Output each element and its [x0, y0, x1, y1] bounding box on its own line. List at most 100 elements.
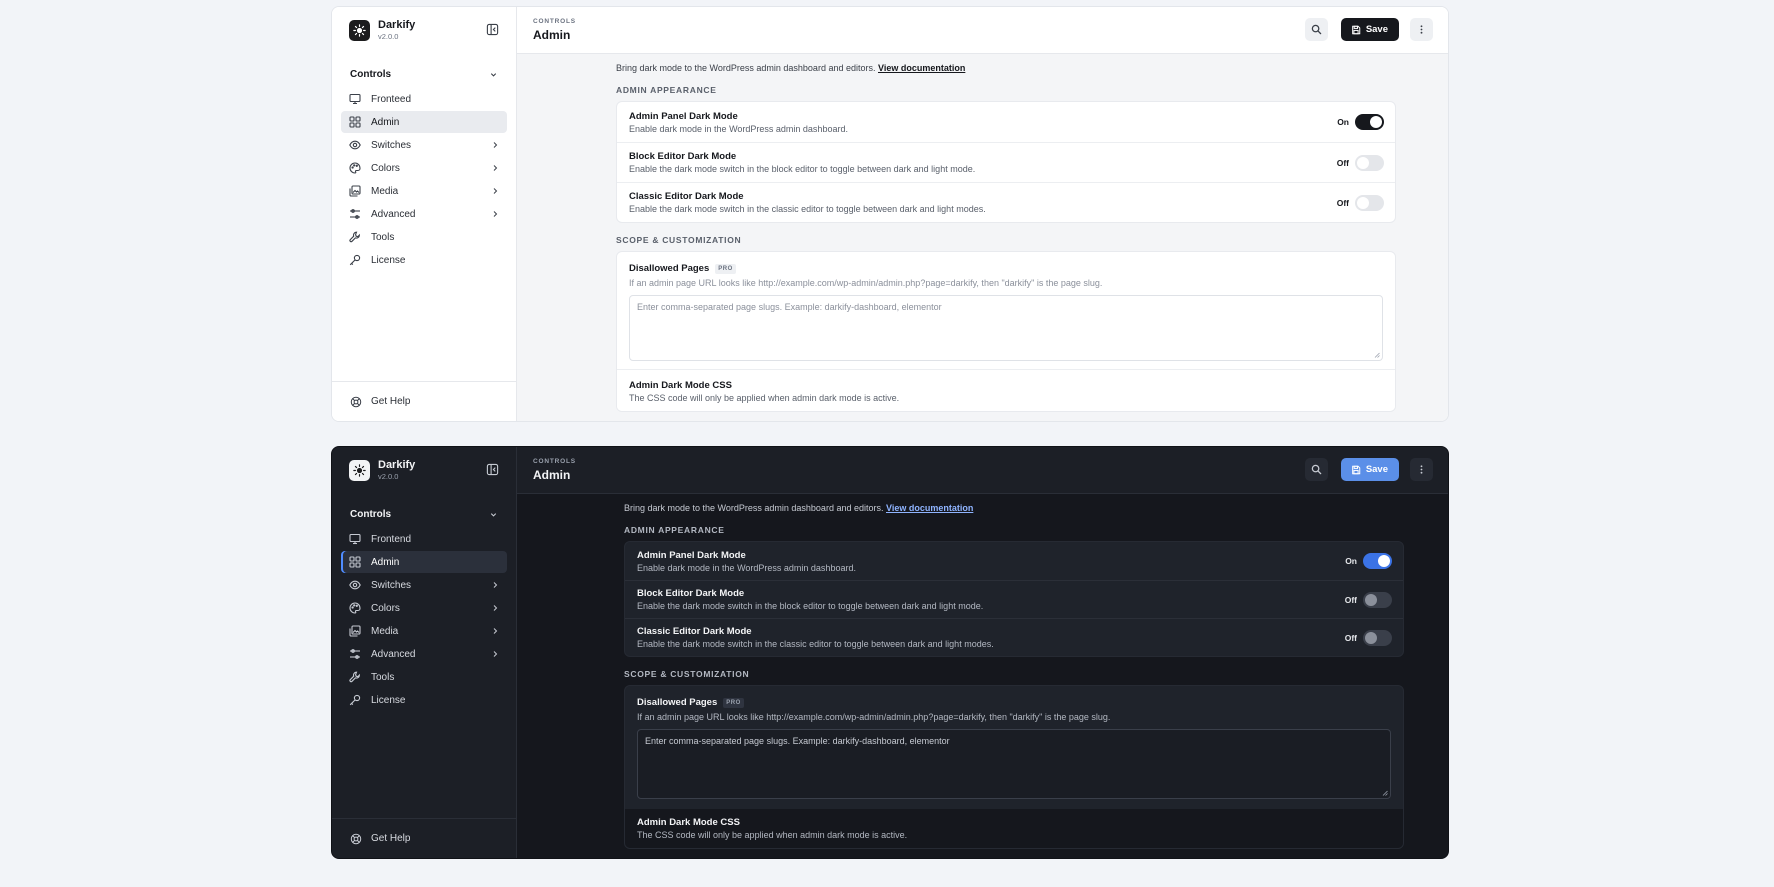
eye-icon	[349, 579, 361, 591]
get-help-link[interactable]: Get Help	[332, 381, 516, 421]
view-documentation-link[interactable]: View documentation	[886, 503, 973, 513]
save-icon	[1351, 25, 1361, 34]
media-icon	[349, 625, 361, 637]
disallowed-pages-title: Disallowed Pages	[629, 263, 710, 274]
more-vertical-icon	[1420, 25, 1423, 34]
sliders-icon	[349, 208, 361, 220]
toggle-switch[interactable]	[1355, 154, 1384, 171]
toggle-knob	[1378, 555, 1390, 567]
disallowed-pages-desc: If an admin page URL looks like http://e…	[637, 712, 1111, 722]
sidebar-section-label: Controls	[350, 68, 392, 80]
sidebar-item-colors[interactable]: Colors	[341, 157, 507, 179]
wrench-icon	[349, 671, 361, 683]
sidebar-item-label: License	[371, 694, 406, 706]
chevron-right-icon	[493, 582, 498, 588]
sidebar-item-label: Media	[371, 185, 399, 197]
sidebar-section-controls[interactable]: Controls	[332, 63, 516, 85]
more-vertical-icon	[1420, 465, 1423, 474]
page-intro: Bring dark mode to the WordPress admin d…	[616, 63, 1396, 73]
search-button[interactable]	[1304, 458, 1328, 481]
sidebar-item-media[interactable]: Media	[341, 180, 507, 202]
chevron-right-icon	[493, 628, 498, 634]
pro-badge: PRO	[723, 697, 744, 708]
brand-version: v2.0.0	[378, 31, 399, 41]
sidebar-item-tools[interactable]: Tools	[341, 666, 507, 688]
breadcrumb: CONTROLS Admin	[533, 458, 576, 482]
sidebar-item-label: Switches	[371, 579, 412, 591]
search-button[interactable]	[1304, 18, 1328, 41]
save-icon	[1351, 465, 1361, 474]
toggle-switch[interactable]	[1363, 591, 1392, 608]
resize-grip-icon[interactable]	[1374, 352, 1380, 358]
admin-css-desc: The CSS code will only be applied when a…	[629, 393, 900, 403]
toggle-switch[interactable]	[1355, 194, 1384, 211]
disallowed-pages-textarea[interactable]: Enter comma-separated page slugs. Exampl…	[637, 729, 1391, 799]
sidebar-section-label: Controls	[350, 508, 392, 520]
sidebar: Darkify v2.0.0 Controls Frontend Admin Swi…	[332, 447, 517, 858]
resize-grip-icon[interactable]	[1382, 790, 1388, 796]
more-menu-button[interactable]	[1410, 18, 1433, 41]
sidebar-nav: Frontend Admin Switches Colors Media Advanced…	[332, 528, 516, 712]
sidebar-collapse-icon[interactable]	[486, 463, 499, 476]
breadcrumb-section: CONTROLS	[533, 18, 576, 25]
toggle-switch[interactable]	[1363, 553, 1392, 569]
brand-name: Darkify	[378, 18, 416, 31]
setting-row: Admin Panel Dark Mode Enable dark mode in…	[625, 542, 1403, 580]
sidebar-collapse-icon[interactable]	[486, 23, 499, 36]
chevron-right-icon	[493, 651, 498, 657]
toggle-state-label: Off	[1336, 197, 1349, 208]
chevron-right-icon	[493, 605, 498, 611]
save-button[interactable]: Save	[1340, 18, 1399, 41]
grid-icon	[349, 116, 361, 128]
sidebar: Darkify v2.0.0 Controls Fronteed Admin Swi…	[332, 7, 517, 421]
sidebar-item-colors[interactable]: Colors	[341, 597, 507, 619]
setting-desc: Enable the dark mode switch in the block…	[629, 164, 976, 174]
sidebar-section-controls[interactable]: Controls	[332, 503, 516, 525]
sidebar-item-admin[interactable]: Admin	[341, 551, 507, 573]
setting-desc: Enable the dark mode switch in the class…	[629, 204, 986, 214]
scope-card: Disallowed Pages PRO If an admin page UR…	[616, 251, 1396, 412]
sidebar-item-media[interactable]: Media	[341, 620, 507, 642]
sidebar-item-switches[interactable]: Switches	[341, 134, 507, 156]
admin-css-title: Admin Dark Mode CSS	[629, 380, 732, 391]
sidebar-item-advanced[interactable]: Advanced	[341, 203, 507, 225]
sidebar-nav: Fronteed Admin Switches Colors Media Advanced…	[332, 88, 516, 272]
sidebar-item-license[interactable]: License	[341, 689, 507, 711]
disallowed-pages-title: Disallowed Pages	[637, 697, 718, 708]
toggle-state-label: Off	[1344, 594, 1357, 605]
get-help-link[interactable]: Get Help	[332, 818, 516, 858]
setting-title: Admin Panel Dark Mode	[637, 549, 746, 561]
setting-title: Block Editor Dark Mode	[629, 151, 737, 162]
eye-icon	[349, 139, 361, 151]
sidebar-item-label: Tools	[371, 231, 395, 243]
save-button[interactable]: Save	[1340, 458, 1399, 481]
admin-appearance-heading: ADMIN APPEARANCE	[624, 525, 725, 535]
textarea-placeholder: Enter comma-separated page slugs. Exampl…	[645, 736, 950, 746]
breadcrumb: CONTROLS Admin	[533, 18, 576, 42]
sidebar-item-switches[interactable]: Switches	[341, 574, 507, 596]
setting-row: Classic Editor Dark Mode Enable the dark …	[625, 618, 1403, 656]
palette-icon	[349, 162, 361, 174]
sidebar-item-label: Frontend	[371, 533, 412, 545]
disallowed-pages-desc: If an admin page URL looks like http://e…	[629, 278, 1103, 288]
sidebar-item-license[interactable]: License	[341, 249, 507, 271]
disallowed-pages-textarea[interactable]: Enter comma-separated page slugs. Exampl…	[629, 295, 1383, 361]
sidebar-item-fronteed[interactable]: Fronteed	[341, 88, 507, 110]
pro-badge: PRO	[715, 263, 736, 274]
wrench-icon	[349, 231, 361, 243]
sidebar-item-label: Media	[371, 625, 399, 637]
sidebar-item-admin[interactable]: Admin	[341, 111, 507, 133]
toggle-switch[interactable]	[1355, 114, 1384, 130]
sidebar-item-label: License	[371, 254, 406, 266]
toggle-switch[interactable]	[1363, 629, 1392, 646]
more-menu-button[interactable]	[1410, 458, 1433, 481]
sidebar-item-label: Tools	[371, 671, 395, 683]
sidebar-item-frontend[interactable]: Frontend	[341, 528, 507, 550]
sidebar-item-tools[interactable]: Tools	[341, 226, 507, 248]
topbar: CONTROLS Admin Save	[517, 7, 1448, 54]
sidebar-item-label: Switches	[371, 139, 412, 151]
view-documentation-link[interactable]: View documentation	[878, 63, 965, 73]
admin-css-desc: The CSS code will only be applied when a…	[637, 830, 908, 840]
page-intro: Bring dark mode to the WordPress admin d…	[624, 503, 1404, 513]
sidebar-item-advanced[interactable]: Advanced	[341, 643, 507, 665]
